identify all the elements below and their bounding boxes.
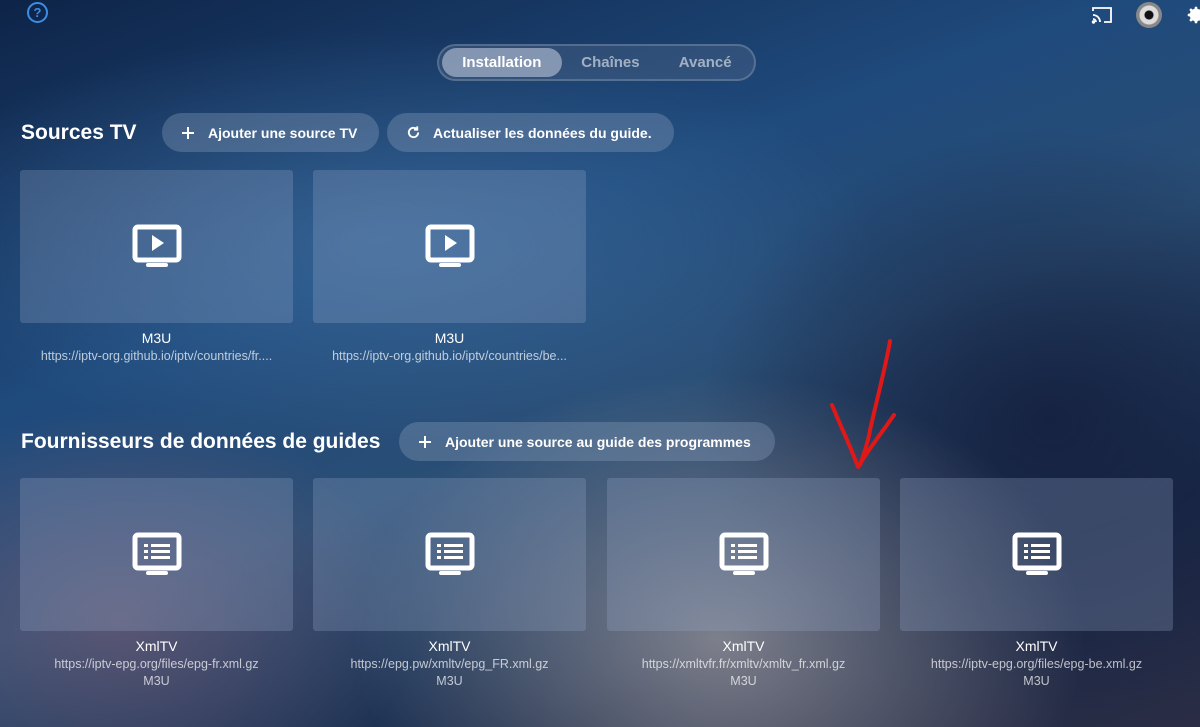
guides-title: Fournisseurs de données de guides bbox=[21, 430, 381, 453]
card-title: XmlTV bbox=[135, 638, 178, 654]
card-title: XmlTV bbox=[722, 638, 765, 654]
card-type: M3U bbox=[143, 674, 170, 688]
card-thumbnail[interactable] bbox=[313, 478, 586, 631]
avatar[interactable] bbox=[1136, 2, 1162, 28]
guide-source-card[interactable]: XmlTV https://xmltvfr.fr/xmltv/xmltv_fr.… bbox=[607, 478, 880, 688]
add-guide-source-label: Ajouter une source au guide des programm… bbox=[445, 433, 751, 450]
refresh-guide-label: Actualiser les données du guide. bbox=[433, 124, 652, 141]
card-thumbnail[interactable] bbox=[313, 170, 586, 323]
card-url: https://iptv-org.github.io/iptv/countrie… bbox=[332, 349, 567, 363]
topbar-left: ? bbox=[27, 2, 48, 23]
card-type: M3U bbox=[436, 674, 463, 688]
help-icon[interactable]: ? bbox=[27, 2, 48, 23]
card-title: M3U bbox=[434, 330, 465, 346]
gear-icon[interactable] bbox=[1184, 3, 1200, 27]
card-title: M3U bbox=[141, 330, 172, 346]
card-thumbnail[interactable] bbox=[20, 478, 293, 631]
card-url: https://iptv-org.github.io/iptv/countrie… bbox=[40, 349, 273, 363]
card-type: M3U bbox=[1023, 674, 1050, 688]
tv-list-icon bbox=[425, 532, 474, 575]
guide-source-card[interactable]: XmlTV https://epg.pw/xmltv/epg_FR.xml.gz… bbox=[313, 478, 586, 688]
tab-bar: Installation Chaînes Avancé bbox=[437, 44, 756, 81]
sources-title: Sources TV bbox=[21, 121, 137, 144]
tv-play-icon bbox=[425, 224, 474, 267]
card-title: XmlTV bbox=[428, 638, 471, 654]
add-tv-source-button[interactable]: Ajouter une source TV bbox=[162, 113, 379, 152]
add-guide-source-button[interactable]: Ajouter une source au guide des programm… bbox=[399, 422, 775, 461]
tv-list-icon bbox=[132, 532, 181, 575]
plus-icon bbox=[417, 434, 433, 450]
guide-source-card[interactable]: XmlTV https://iptv-epg.org/files/epg-be.… bbox=[900, 478, 1173, 688]
topbar-right bbox=[1090, 2, 1200, 28]
tv-play-icon bbox=[132, 224, 181, 267]
cast-icon[interactable] bbox=[1090, 3, 1114, 27]
annotation-arrow bbox=[830, 339, 896, 469]
card-url: https://xmltvfr.fr/xmltv/xmltv_fr.xml.gz bbox=[641, 657, 846, 671]
tab-avance[interactable]: Avancé bbox=[659, 48, 751, 77]
add-tv-source-label: Ajouter une source TV bbox=[208, 124, 358, 141]
tab-installation[interactable]: Installation bbox=[442, 48, 562, 77]
card-url: https://iptv-epg.org/files/epg-be.xml.gz bbox=[930, 657, 1143, 671]
tv-list-icon bbox=[719, 532, 768, 575]
card-type: M3U bbox=[730, 674, 757, 688]
plus-icon bbox=[180, 125, 196, 141]
card-url: https://iptv-epg.org/files/epg-fr.xml.gz bbox=[54, 657, 259, 671]
tv-source-card[interactable]: M3U https://iptv-org.github.io/iptv/coun… bbox=[20, 170, 293, 363]
refresh-icon bbox=[405, 125, 421, 141]
card-title: XmlTV bbox=[1015, 638, 1058, 654]
tv-source-card[interactable]: M3U https://iptv-org.github.io/iptv/coun… bbox=[313, 170, 586, 363]
card-thumbnail[interactable] bbox=[20, 170, 293, 323]
tab-chaines[interactable]: Chaînes bbox=[562, 48, 660, 77]
card-thumbnail[interactable] bbox=[900, 478, 1173, 631]
card-thumbnail[interactable] bbox=[607, 478, 880, 631]
card-url: https://epg.pw/xmltv/epg_FR.xml.gz bbox=[350, 657, 549, 671]
refresh-guide-button[interactable]: Actualiser les données du guide. bbox=[387, 113, 674, 152]
tv-list-icon bbox=[1012, 532, 1061, 575]
guide-source-card[interactable]: XmlTV https://iptv-epg.org/files/epg-fr.… bbox=[20, 478, 293, 688]
